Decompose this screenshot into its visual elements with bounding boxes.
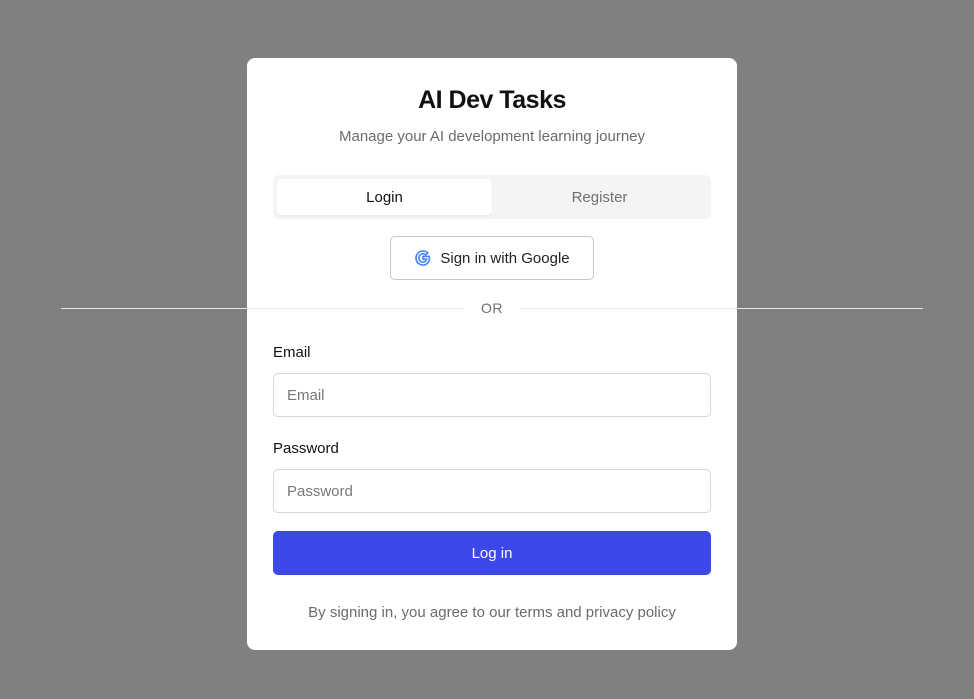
auth-tabs: Login Register [273, 175, 711, 219]
password-field[interactable] [273, 469, 711, 513]
or-divider-label: OR [481, 300, 503, 316]
password-label: Password [273, 440, 339, 457]
login-button[interactable]: Log in [273, 531, 711, 575]
google-sign-in-label: Sign in with Google [440, 249, 570, 267]
google-sign-in-button[interactable]: Sign in with Google [390, 236, 594, 280]
google-icon [414, 249, 432, 267]
tab-login[interactable]: Login [277, 179, 492, 215]
terms-notice: By signing in, you agree to our terms an… [308, 604, 676, 621]
login-card: AI Dev Tasks Manage your AI development … [247, 58, 737, 650]
app-subtitle: Manage your AI development learning jour… [338, 128, 646, 145]
email-label: Email [273, 344, 311, 361]
tab-register[interactable]: Register [492, 179, 707, 215]
email-field[interactable] [273, 373, 711, 417]
app-title: AI Dev Tasks [418, 86, 566, 114]
divider-line-left [61, 308, 463, 309]
divider-line-right [521, 308, 923, 309]
